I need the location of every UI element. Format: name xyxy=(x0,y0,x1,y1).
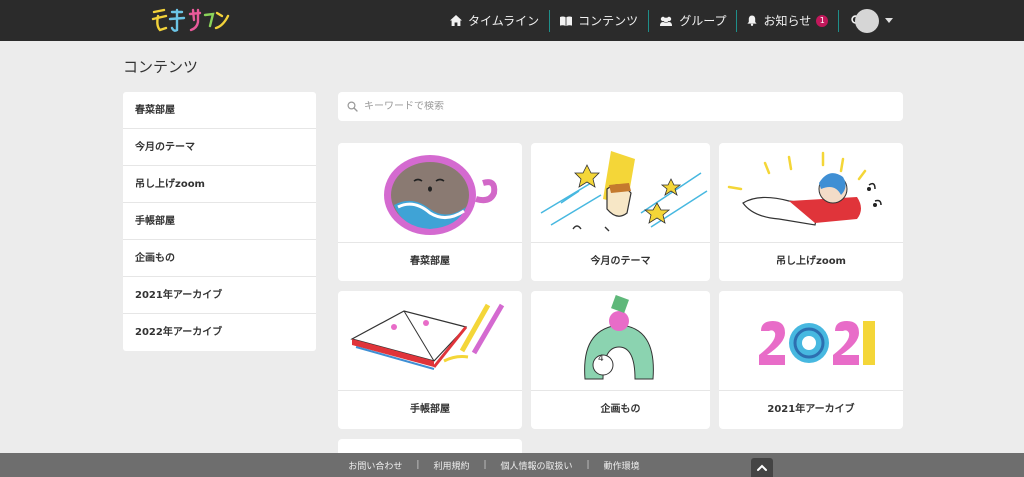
search-input[interactable] xyxy=(364,101,884,112)
notification-count-badge: 1 xyxy=(816,14,829,27)
card-title: 吊し上げzoom xyxy=(776,256,846,267)
category-sidebar: 春菜部屋 今月のテーマ 吊し上げzoom 手帳部屋 企画もの 2021年アーカイ… xyxy=(123,92,316,351)
sidebar-item-archive-2022[interactable]: 2022年アーカイブ xyxy=(123,314,316,351)
content-card[interactable]: 4 企画もの xyxy=(531,291,710,429)
footer-links: お問い合わせ | 利用規約 | 個人情報の取扱い | 動作環境 xyxy=(0,453,1024,477)
notebook-pencils-illustration xyxy=(338,291,522,391)
search-icon xyxy=(347,101,358,112)
sidebar-item-tsurushiage-zoom[interactable]: 吊し上げzoom xyxy=(123,166,316,203)
acrobat-shapes-illustration: 4 xyxy=(531,291,710,391)
nav-contents[interactable]: コンテンツ xyxy=(550,10,648,32)
page-title: コンテンツ xyxy=(123,58,199,76)
nav-groups-label: グループ xyxy=(679,14,727,28)
avatar[interactable] xyxy=(855,9,879,33)
card-title: 春菜部屋 xyxy=(410,256,450,267)
top-navbar: タイムライン コンテンツ グループ お知らせ 1 xyxy=(0,0,1024,41)
nav-notifications[interactable]: お知らせ 1 xyxy=(737,10,838,32)
card-title: 手帳部屋 xyxy=(410,404,450,415)
content-card[interactable] xyxy=(338,439,522,453)
year-2021-illustration xyxy=(719,291,903,391)
sidebar-item-haruna-room[interactable]: 春菜部屋 xyxy=(123,92,316,129)
home-icon xyxy=(450,15,462,26)
content-card[interactable]: 手帳部屋 xyxy=(338,291,522,429)
footer-link-terms[interactable]: 利用規約 xyxy=(419,459,483,472)
flying-person-illustration xyxy=(719,143,903,243)
content-card[interactable]: 今月のテーマ xyxy=(531,143,710,281)
stars-face-illustration xyxy=(531,143,710,243)
nav-timeline[interactable]: タイムライン xyxy=(440,10,549,32)
book-icon xyxy=(560,16,573,26)
caret-down-icon[interactable] xyxy=(885,18,893,23)
main-nav: タイムライン コンテンツ グループ お知らせ 1 xyxy=(440,0,874,41)
content-card[interactable]: 2021年アーカイブ xyxy=(719,291,903,429)
nav-contents-label: コンテンツ xyxy=(578,14,639,28)
svg-text:4: 4 xyxy=(598,354,604,364)
content-card[interactable]: 吊し上げzoom xyxy=(719,143,903,281)
coffee-cup-illustration xyxy=(338,143,522,243)
card-title: 2021年アーカイブ xyxy=(767,404,855,415)
sidebar-item-notebook-room[interactable]: 手帳部屋 xyxy=(123,203,316,240)
content-card[interactable]: 春菜部屋 xyxy=(338,143,522,281)
nav-notifications-label: お知らせ xyxy=(763,14,812,28)
footer: お問い合わせ | 利用規約 | 個人情報の取扱い | 動作環境 xyxy=(0,453,1024,477)
back-to-top-button[interactable] xyxy=(751,458,773,477)
nav-timeline-label: タイムライン xyxy=(468,14,540,28)
sidebar-item-monthly-theme[interactable]: 今月のテーマ xyxy=(123,129,316,166)
site-logo[interactable] xyxy=(150,4,230,36)
chevron-up-icon xyxy=(757,464,767,471)
footer-link-privacy[interactable]: 個人情報の取扱い xyxy=(487,459,587,472)
card-title: 企画もの xyxy=(600,404,641,415)
sidebar-item-projects[interactable]: 企画もの xyxy=(123,240,316,277)
bell-icon xyxy=(747,15,758,26)
footer-link-environment[interactable]: 動作環境 xyxy=(590,459,654,472)
sidebar-item-archive-2021[interactable]: 2021年アーカイブ xyxy=(123,277,316,314)
footer-link-contact[interactable]: お問い合わせ xyxy=(334,459,416,472)
keyword-search xyxy=(338,92,903,121)
nav-groups[interactable]: グループ xyxy=(649,10,736,32)
card-title: 今月のテーマ xyxy=(590,256,651,267)
users-icon xyxy=(660,16,673,26)
